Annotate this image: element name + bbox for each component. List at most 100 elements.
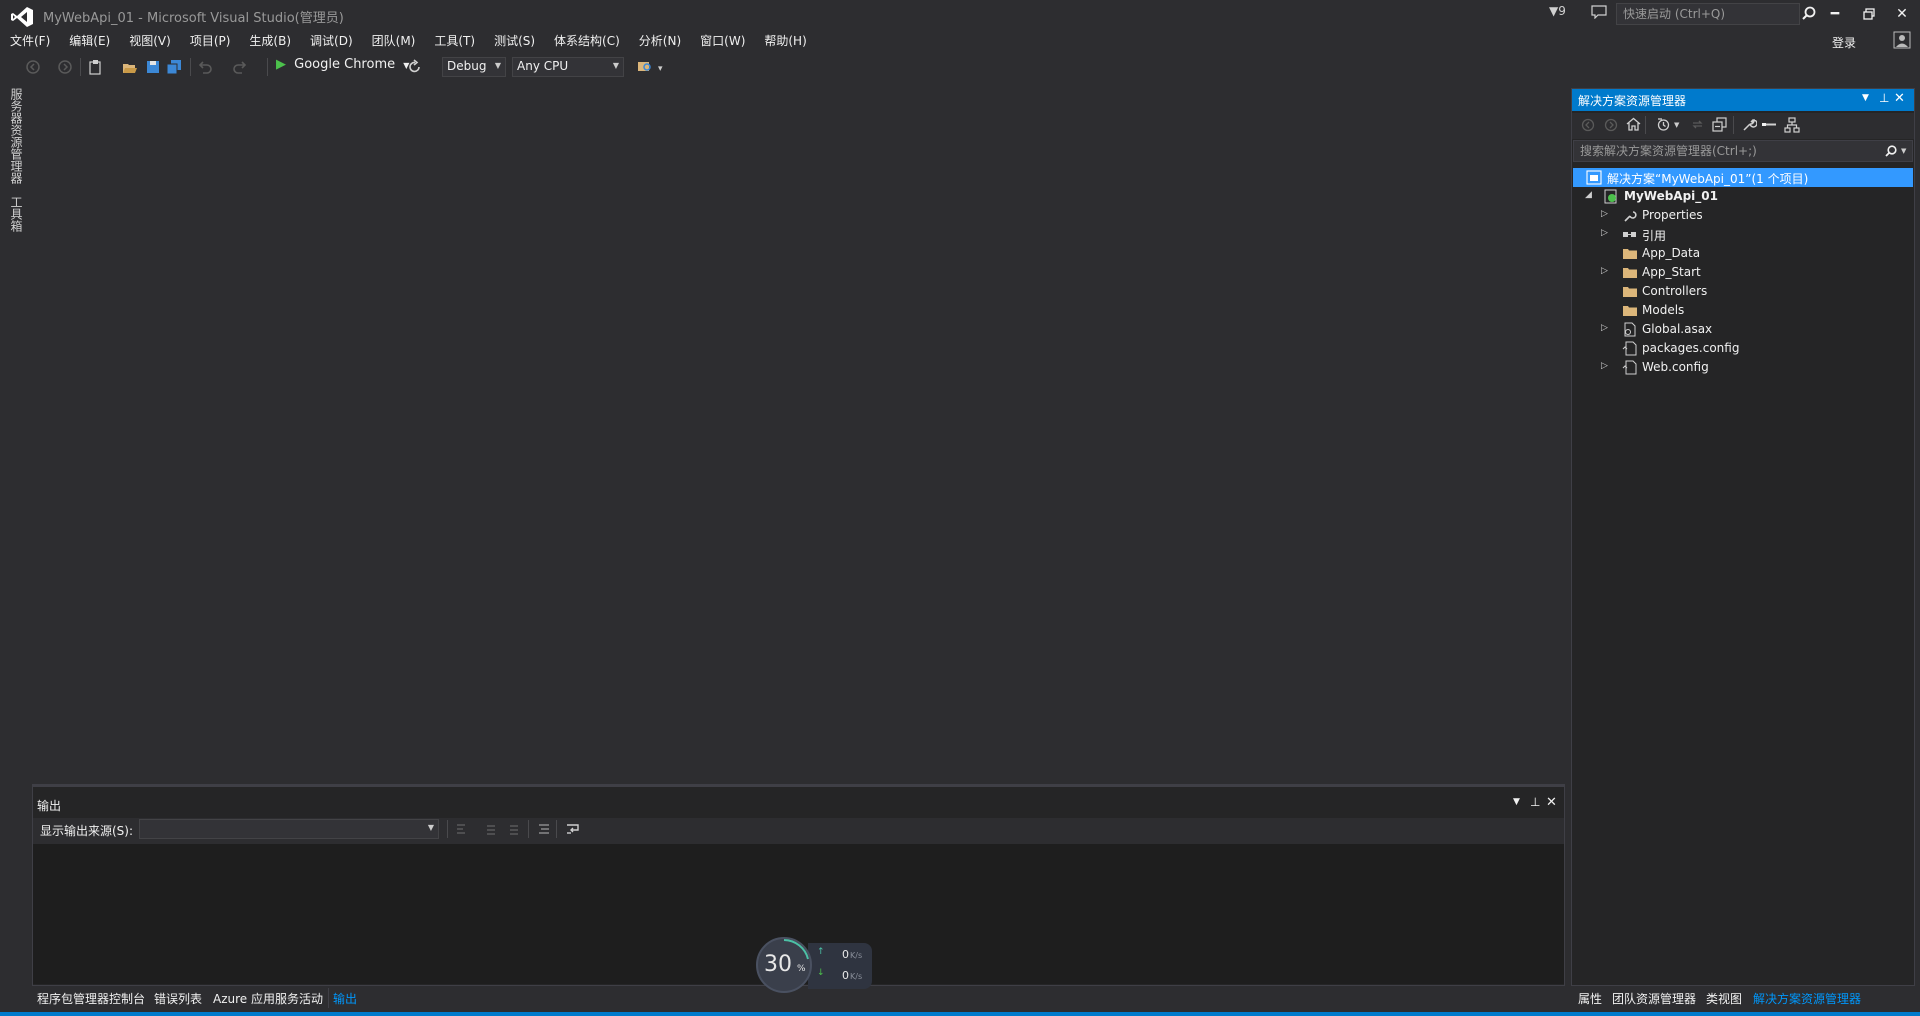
forward-icon[interactable] xyxy=(1604,118,1618,132)
menu-view[interactable]: 视图(V) xyxy=(119,30,180,52)
history-icon[interactable] xyxy=(1656,117,1671,132)
class-diagram-icon[interactable] xyxy=(1784,117,1800,133)
output-header xyxy=(33,794,1564,814)
open-file-icon[interactable] xyxy=(122,59,138,75)
search-icon[interactable] xyxy=(1800,5,1818,23)
toolbar-overflow-icon[interactable]: ▾ xyxy=(658,64,663,74)
login-link[interactable]: 登录 xyxy=(1832,34,1856,51)
tab-error-list[interactable]: 错误列表 xyxy=(154,990,202,1007)
close-window-button[interactable]: ✕ xyxy=(1886,2,1918,26)
expanded-triangle-icon[interactable]: ◢ xyxy=(1585,190,1595,202)
menu-analyze[interactable]: 分析(N) xyxy=(629,30,690,52)
word-wrap-icon[interactable] xyxy=(565,821,581,837)
find-in-files-icon[interactable] xyxy=(637,59,653,75)
chevron-down-icon[interactable]: ▼ xyxy=(1901,147,1906,155)
minimize-button[interactable]: ━ xyxy=(1819,2,1851,26)
panel-dropdown-icon[interactable]: ▼ xyxy=(1513,797,1520,807)
home-icon[interactable] xyxy=(1626,117,1641,132)
next-message-icon[interactable] xyxy=(507,822,521,836)
menu-test[interactable]: 测试(S) xyxy=(484,30,544,52)
tab-server-explorer[interactable]: 服务器资源管理器 xyxy=(8,88,25,184)
tree-item-models[interactable]: Models xyxy=(1573,301,1913,320)
quick-launch-box[interactable] xyxy=(1616,3,1800,25)
start-debugging-button[interactable]: ▶ Google Chrome ▼ xyxy=(276,57,409,77)
tree-item-label: Web.config xyxy=(1642,360,1709,374)
tab-azure-app-service-activity[interactable]: Azure 应用服务活动 xyxy=(213,990,323,1007)
previous-message-icon[interactable] xyxy=(484,822,498,836)
platform-select[interactable]: Any CPU ▼ xyxy=(512,57,624,77)
menu-window[interactable]: 窗口(W) xyxy=(690,30,754,52)
restore-icon xyxy=(1863,8,1875,20)
menu-debug[interactable]: 调试(D) xyxy=(300,30,362,52)
output-source-select[interactable]: ▼ xyxy=(139,819,439,839)
upload-unit: K/s xyxy=(850,951,863,960)
tree-item-app-start[interactable]: ▷ App_Start xyxy=(1573,263,1913,282)
menu-help[interactable]: 帮助(H) xyxy=(754,30,815,52)
redo-icon[interactable] xyxy=(232,59,248,75)
navigate-back-icon[interactable] xyxy=(25,59,41,75)
tree-item-label: packages.config xyxy=(1642,341,1740,355)
pin-icon[interactable]: ⊥ xyxy=(1879,91,1889,105)
toolbar-separator xyxy=(447,820,448,838)
tab-solution-explorer[interactable]: 解决方案资源管理器 xyxy=(1753,990,1861,1007)
feedback-icon[interactable] xyxy=(1591,5,1607,19)
menu-build[interactable]: 生成(B) xyxy=(239,30,300,52)
collapsed-triangle-icon[interactable]: ▷ xyxy=(1601,323,1611,335)
solution-explorer-search-input[interactable] xyxy=(1578,143,1868,159)
chevron-down-icon[interactable]: ▼ xyxy=(1674,121,1679,129)
search-icon[interactable] xyxy=(1884,144,1898,158)
undo-icon[interactable] xyxy=(197,59,213,75)
status-bar-accent xyxy=(0,1012,1920,1016)
toolbar-separator xyxy=(190,58,191,76)
menu-edit[interactable]: 编辑(E) xyxy=(59,30,119,52)
notifications-button[interactable]: ▼9 xyxy=(1549,4,1566,18)
tree-item-project[interactable]: ◢ MyWebApi_01 xyxy=(1573,187,1913,206)
tab-team-explorer[interactable]: 团队资源管理器 xyxy=(1612,990,1696,1007)
account-icon[interactable] xyxy=(1893,31,1911,49)
tree-item-global-asax[interactable]: ▷ Global.asax xyxy=(1573,320,1913,339)
back-icon[interactable] xyxy=(1581,118,1595,132)
close-icon[interactable]: ✕ xyxy=(1546,795,1557,810)
tab-package-manager-console[interactable]: 程序包管理器控制台 xyxy=(37,990,145,1007)
tab-properties[interactable]: 属性 xyxy=(1578,990,1602,1007)
tree-item-app-data[interactable]: App_Data xyxy=(1573,244,1913,263)
pin-icon[interactable]: ⊥ xyxy=(1530,795,1540,809)
menu-team[interactable]: 团队(M) xyxy=(362,30,425,52)
new-project-icon[interactable] xyxy=(88,59,104,75)
collapse-all-icon[interactable] xyxy=(1712,117,1727,132)
collapsed-triangle-icon[interactable]: ▷ xyxy=(1601,228,1611,240)
collapsed-triangle-icon[interactable]: ▷ xyxy=(1601,361,1611,373)
configuration-select[interactable]: Debug ▼ xyxy=(442,57,506,77)
run-target-label: Google Chrome xyxy=(294,57,396,72)
menu-file[interactable]: 文件(F) xyxy=(0,30,59,52)
tab-toolbox[interactable]: 工具箱 xyxy=(8,196,25,232)
quick-launch-input[interactable] xyxy=(1621,5,1771,23)
tab-class-view[interactable]: 类视图 xyxy=(1706,990,1742,1007)
properties-wrench-icon[interactable] xyxy=(1742,117,1757,132)
download-value: 0 xyxy=(842,969,849,982)
collapsed-triangle-icon[interactable]: ▷ xyxy=(1601,266,1611,278)
menu-tools[interactable]: 工具(T) xyxy=(424,30,484,52)
navigate-forward-icon[interactable] xyxy=(57,59,73,75)
tree-item-references[interactable]: ▷ 引用 xyxy=(1573,225,1913,244)
tree-item-web-config[interactable]: ▷ Web.config xyxy=(1573,358,1913,377)
tree-item-properties[interactable]: ▷ Properties xyxy=(1573,206,1913,225)
tree-item-packages-config[interactable]: packages.config xyxy=(1573,339,1913,358)
menu-architecture[interactable]: 体系结构(C) xyxy=(544,30,629,52)
menu-project[interactable]: 项目(P) xyxy=(180,30,240,52)
toolbar-separator xyxy=(1645,116,1646,134)
restore-button[interactable] xyxy=(1853,2,1885,26)
save-icon[interactable] xyxy=(145,59,161,75)
tree-item-solution[interactable]: 解决方案“MyWebApi_01”(1 个项目) xyxy=(1573,168,1913,187)
save-all-icon[interactable] xyxy=(166,59,182,75)
solution-explorer-search[interactable] xyxy=(1573,140,1913,162)
panel-dropdown-icon[interactable]: ▼ xyxy=(1862,93,1869,103)
refresh-icon[interactable] xyxy=(407,59,423,75)
sync-icon[interactable] xyxy=(1690,117,1705,132)
find-message-icon[interactable] xyxy=(455,822,469,836)
clear-all-icon[interactable] xyxy=(537,822,551,836)
show-all-files-icon[interactable] xyxy=(1761,117,1777,132)
collapsed-triangle-icon[interactable]: ▷ xyxy=(1601,209,1611,221)
tree-item-controllers[interactable]: Controllers xyxy=(1573,282,1913,301)
close-icon[interactable]: ✕ xyxy=(1894,91,1905,106)
